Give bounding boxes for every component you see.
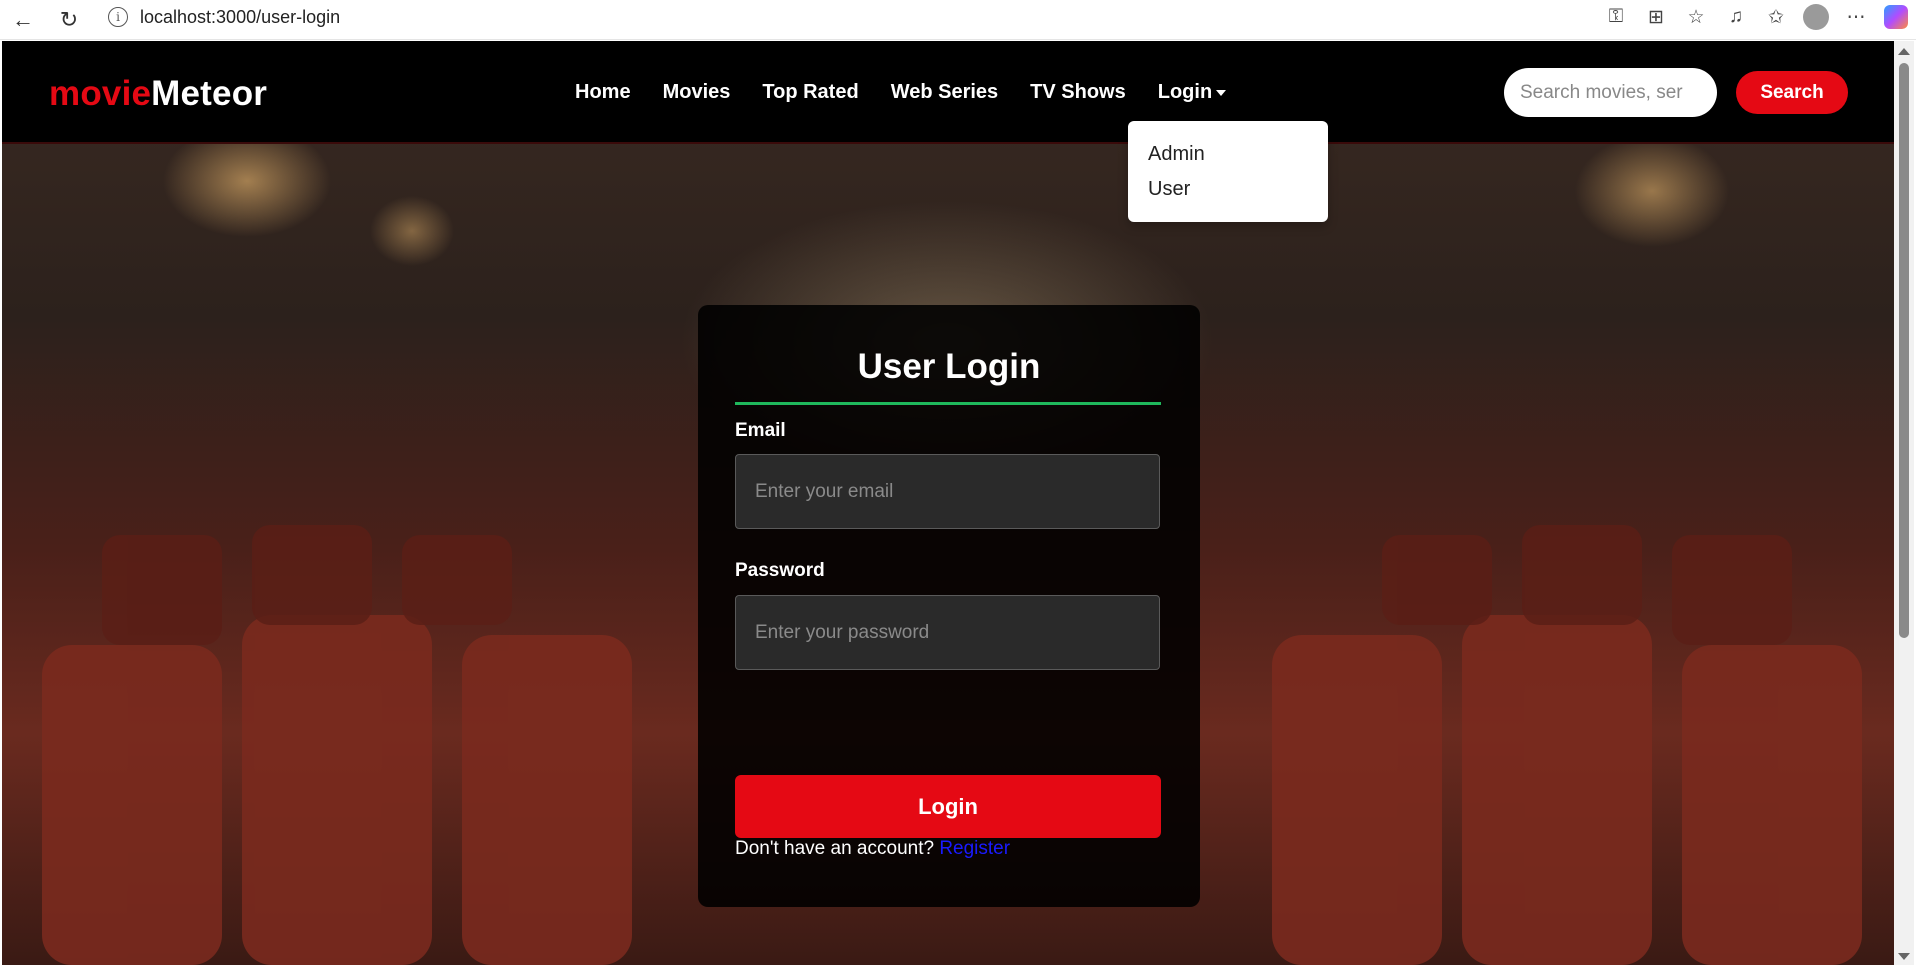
site-navbar: movieMeteor Home Movies Top Rated Web Se… [2, 41, 1894, 144]
scrollbar-thumb[interactable] [1899, 63, 1909, 638]
media-icon[interactable]: ♫ [1716, 0, 1756, 34]
page-viewport: movieMeteor Home Movies Top Rated Web Se… [2, 41, 1894, 965]
register-prompt-text: Don't have an account? [735, 838, 940, 859]
vertical-scrollbar[interactable] [1894, 41, 1914, 965]
password-label: Password [735, 560, 825, 581]
scroll-up-arrow-icon[interactable] [1898, 48, 1910, 55]
dropdown-item-user[interactable]: User [1128, 172, 1328, 207]
browser-toolbar: ← ↻ i localhost:3000/user-login ⚿ ⊞ ☆ ♫ … [0, 0, 1916, 40]
key-icon[interactable]: ⚿ [1596, 0, 1636, 34]
nav-login-label: Login [1157, 81, 1213, 103]
site-info-icon[interactable]: i [108, 7, 128, 27]
brand-logo-part2: Meteor [151, 74, 268, 113]
scroll-down-arrow-icon[interactable] [1898, 953, 1910, 960]
password-field[interactable] [735, 595, 1160, 670]
email-field[interactable] [735, 454, 1160, 529]
address-bar[interactable]: i localhost:3000/user-login [96, 2, 1676, 32]
copilot-icon[interactable] [1876, 0, 1916, 34]
login-dropdown-menu: Admin User [1128, 121, 1328, 222]
brand-logo-part1: movie [49, 74, 152, 113]
nav-tv-shows[interactable]: TV Shows [1030, 81, 1126, 104]
search-input[interactable] [1504, 68, 1717, 117]
brand-logo[interactable]: movieMeteor [49, 74, 267, 114]
favorites-list-icon[interactable]: ✩ [1756, 0, 1796, 34]
more-menu-icon[interactable]: ⋯ [1836, 0, 1876, 34]
extensions-icon[interactable]: ⊞ [1636, 0, 1676, 34]
nav-web-series[interactable]: Web Series [891, 81, 998, 104]
login-card: User Login Email Password Login Don't ha… [698, 305, 1200, 907]
login-title: User Login [857, 347, 1041, 386]
caret-down-icon [1216, 89, 1227, 96]
login-button[interactable]: Login [735, 775, 1161, 838]
title-divider [735, 402, 1161, 405]
register-link[interactable]: Register [939, 838, 1010, 859]
browser-actions: ⚿ ⊞ ☆ ♫ ✩ ⋯ [1596, 0, 1916, 34]
back-arrow-icon[interactable]: ← [6, 3, 40, 37]
register-prompt: Don't have an account? Register [735, 838, 1010, 860]
dropdown-item-admin[interactable]: Admin [1128, 137, 1328, 172]
email-label: Email [735, 420, 786, 441]
reload-icon[interactable]: ↻ [52, 3, 86, 37]
nav-top-rated[interactable]: Top Rated [762, 81, 858, 104]
main-nav: Home Movies Top Rated Web Series TV Show… [575, 81, 1258, 104]
search-button[interactable]: Search [1736, 71, 1848, 114]
url-text[interactable]: localhost:3000/user-login [140, 7, 340, 28]
profile-avatar-icon[interactable] [1796, 0, 1836, 34]
nav-home[interactable]: Home [575, 81, 631, 104]
nav-movies[interactable]: Movies [663, 81, 731, 104]
nav-login-dropdown[interactable]: Login [1157, 81, 1227, 104]
favorite-star-icon[interactable]: ☆ [1676, 0, 1716, 34]
